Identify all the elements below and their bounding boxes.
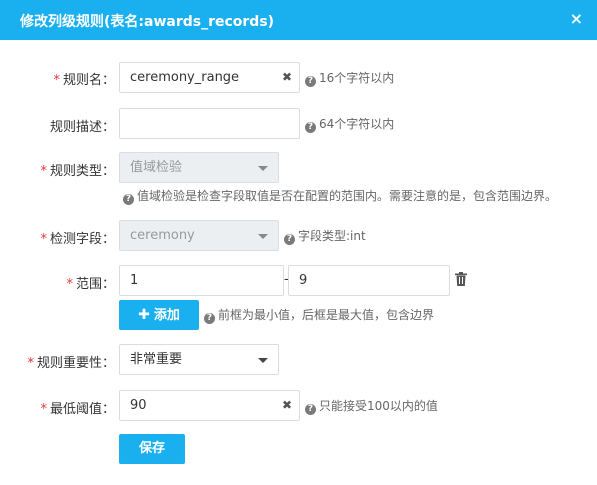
rule-name-input[interactable]: ceremony_range ✖ (119, 62, 300, 93)
importance-select[interactable]: 非常重要 (119, 344, 279, 375)
rule-type-label: * 规则类型： (40, 164, 115, 179)
clear-icon[interactable]: ✖ (282, 391, 292, 420)
required-mark: * (40, 402, 47, 417)
chevron-down-icon (258, 234, 268, 239)
dialog-title: 修改列级规则(表名:awards_records) (20, 14, 275, 30)
dialog-header: 修改列级规则(表名:awards_records) × (0, 0, 597, 40)
threshold-input[interactable]: 90 ✖ (119, 390, 300, 421)
rule-name-label: * 规则名： (53, 73, 115, 88)
help-icon: ? (305, 404, 316, 415)
chevron-down-icon (258, 166, 268, 171)
range-max-input[interactable]: 9 (288, 265, 450, 296)
rule-desc-label: 规则描述： (49, 120, 115, 135)
rule-desc-input[interactable] (119, 108, 300, 139)
help-icon: ? (204, 313, 215, 324)
trash-icon[interactable] (455, 272, 467, 286)
required-mark: * (40, 232, 47, 247)
required-mark: * (53, 73, 60, 88)
help-icon: ? (305, 76, 316, 87)
required-mark: * (27, 356, 34, 371)
required-mark: * (66, 277, 73, 292)
save-button[interactable]: 保存 (119, 434, 185, 464)
threshold-hint: ? 只能接受100以内的值 (305, 398, 438, 415)
rule-desc-hint: ? 64个字符以内 (305, 116, 394, 133)
required-mark: * (40, 164, 47, 179)
rule-type-select[interactable]: 值域检验 (119, 152, 279, 183)
plus-icon: ✚ (138, 307, 150, 323)
importance-label: * 规则重要性： (27, 356, 115, 371)
rule-name-hint: ? 16个字符以内 (305, 70, 394, 87)
rule-type-hint: ? 值域检验是检查字段取值是否在配置的范围内。需要注意的是，包含范围边界。 (123, 188, 557, 205)
clear-icon[interactable]: ✖ (282, 63, 292, 92)
chevron-down-icon (258, 358, 268, 363)
close-icon[interactable]: × (570, 9, 583, 29)
check-field-select[interactable]: ceremony (119, 220, 279, 251)
range-hint: ? 前框为最小值，后框是最大值，包含边界 (204, 307, 434, 324)
help-icon: ? (123, 194, 134, 205)
add-range-button[interactable]: ✚ 添加 (119, 300, 199, 330)
help-icon: ? (284, 234, 295, 245)
range-label: * 范围： (66, 277, 115, 292)
check-field-hint: ? 字段类型:int (284, 228, 366, 245)
range-min-input[interactable]: 1 (119, 265, 284, 296)
help-icon: ? (305, 122, 316, 133)
threshold-label: * 最低阈值： (40, 402, 115, 417)
check-field-label: * 检测字段： (40, 232, 115, 247)
